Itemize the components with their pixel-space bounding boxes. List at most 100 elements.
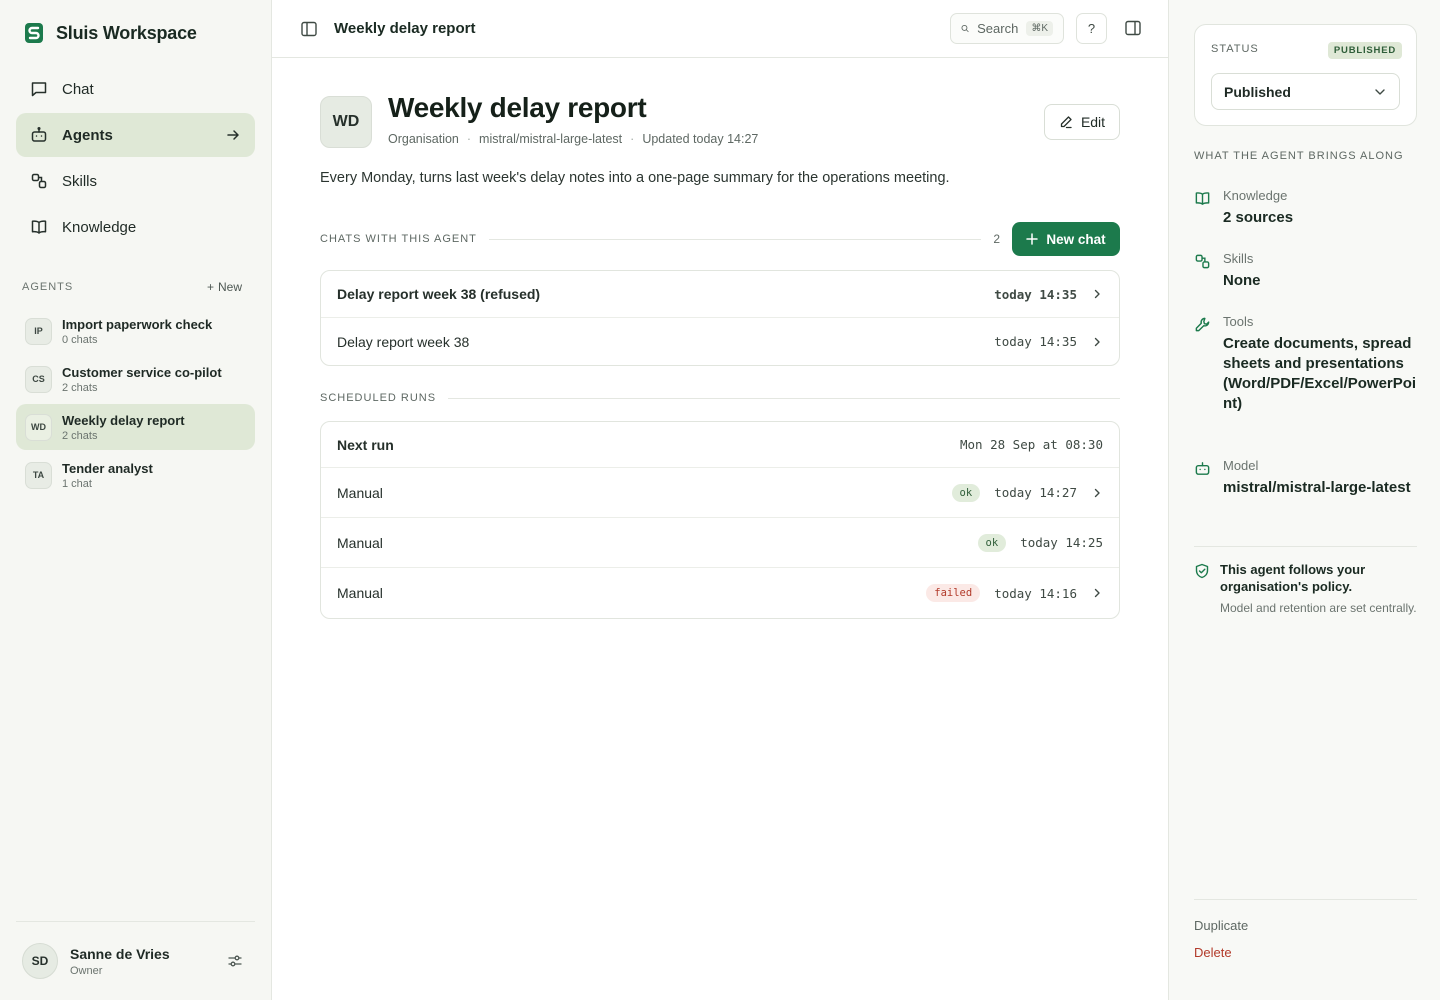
chevron-down-icon [1375,88,1385,95]
divider [448,397,1120,399]
divider [488,238,982,240]
runs-section-header: SCHEDULED RUNS [320,392,1120,404]
agent-name: Customer service co-pilot [62,364,222,380]
new-chat-button[interactable]: New chat [1012,222,1120,256]
workspace-name: Sluis Workspace [56,22,197,43]
agent-scope: Organisation [388,132,459,146]
search-label: Search [977,21,1019,36]
sidebar-toggle-icon[interactable] [300,20,318,38]
chats-count: 2 [993,232,1000,246]
workspace-brand[interactable]: Sluis Workspace [24,22,197,44]
agent-initials: IP [25,317,52,345]
plus-icon: + [206,280,214,294]
status-badge: ok [977,533,1007,552]
status-badge: failed [926,584,981,602]
book-icon [1195,192,1210,205]
prop-value: 2 sources [1223,209,1294,226]
robot-icon [31,126,47,142]
agent-updated: Updated today 14:27 [642,132,759,146]
nav-item-agents[interactable]: Agents [16,113,255,157]
agent-list-item[interactable]: IP Import paperwork check 0 chats [16,308,255,354]
run-row[interactable]: Manual ok today 14:27 [321,468,1119,518]
chats-section-header: CHATS WITH THIS AGENT 2 New chat [320,222,1120,256]
wrench-icon [1195,317,1210,332]
chat-icon [31,82,47,97]
edit-button[interactable]: Edit [1044,104,1120,140]
run-time: today 14:16 [994,585,1077,601]
status-card: STATUS PUBLISHED Published [1194,24,1417,126]
chat-row[interactable]: Delay report week 38 today 14:35 [321,318,1119,365]
chat-time: today 14:35 [994,286,1077,302]
prop-value: Create documents, spreadsheets and prese… [1223,335,1417,412]
nav-label: Skills [62,172,98,190]
duplicate-button[interactable]: Duplicate [1194,912,1417,939]
agent-description: Every Monday, turns last week's delay no… [320,170,950,186]
agent-initials: WD [25,413,52,441]
prop-model: Model mistral/mistral-large-latest [1194,458,1419,498]
agent-detail: WD Weekly delay report Organisation · mi… [272,58,1168,1000]
edit-label: Edit [1080,114,1106,130]
chevron-right-icon [1094,588,1100,598]
prop-tools: Tools Create documents, spreadsheets and… [1194,314,1419,414]
nav-item-chat[interactable]: Chat [16,67,255,111]
nav-label: Knowledge [62,218,137,236]
agents-section-label: AGENTS [22,281,74,293]
chats-section-label: CHATS WITH THIS AGENT [320,233,477,245]
next-run-title: Next run [337,436,394,453]
prop-label: Tools [1223,314,1254,329]
chat-title: Delay report week 38 (refused) [337,286,541,302]
new-agent-button[interactable]: + New [207,280,242,294]
status-badge: ok [951,483,981,502]
status-value: Published [1224,83,1291,100]
prop-label: Skills [1223,251,1254,266]
user-role: Owner [70,964,103,977]
chat-row[interactable]: Delay report week 38 (refused) today 14:… [321,271,1119,318]
run-time: today 14:25 [1020,535,1103,550]
status-label: STATUS [1211,43,1259,55]
run-title: Manual [337,534,383,551]
agent-chat-count: 2 chats [62,381,98,394]
prop-label: Knowledge [1223,188,1288,203]
nav-item-skills[interactable]: Skills [16,159,255,203]
runs-section-label: SCHEDULED RUNS [320,392,437,404]
policy-note: This agent follows your organisation's p… [1194,546,1417,617]
nav-item-knowledge[interactable]: Knowledge [16,205,255,249]
next-run-time: Mon 28 Sep at 08:30 [960,437,1103,452]
agent-chat-count: 0 chats [62,333,98,346]
chevron-right-icon [1094,289,1100,299]
chats-list: Delay report week 38 (refused) today 14:… [320,270,1120,366]
details-panel: STATUS PUBLISHED Published WHAT THE AGEN… [1168,0,1440,1000]
policy-title: This agent follows your organisation's p… [1220,562,1366,594]
agent-name: Weekly delay report [62,412,185,428]
robot-icon [1195,462,1210,475]
agent-initials: CS [25,365,52,393]
prop-skills: Skills None [1194,251,1419,291]
settings-sliders-icon[interactable] [227,953,243,969]
help-button[interactable]: ? [1076,13,1107,44]
agent-meta: Organisation · mistral/mistral-large-lat… [388,132,758,146]
panel-actions: Duplicate Delete [1194,899,1417,966]
agent-list-item[interactable]: TA Tender analyst 1 chat [16,452,255,498]
skills-icon [1195,254,1210,269]
new-chat-label: New chat [1046,231,1106,247]
nav-label: Agents [62,126,113,144]
separator-dot: · [466,132,472,146]
runs-list: Next run Mon 28 Sep at 08:30 Manual ok t… [320,421,1120,619]
run-row[interactable]: Manual failed today 14:16 [321,568,1119,618]
run-title: Manual [337,484,383,501]
agent-chat-count: 2 chats [62,429,98,442]
prop-value: None [1223,272,1261,289]
new-agent-label: New [217,280,242,294]
status-select[interactable]: Published [1211,73,1400,110]
agent-list-item[interactable]: CS Customer service co-pilot 2 chats [16,356,255,402]
nav-label: Chat [62,80,94,98]
top-bar: Weekly delay report Search ⌘K ? [272,0,1168,58]
run-title: Manual [337,585,383,601]
delete-button[interactable]: Delete [1194,939,1417,966]
search-button[interactable]: Search ⌘K [950,13,1064,44]
user-profile[interactable]: SD Sanne de Vries Owner [16,921,255,1000]
arrow-right-icon [227,130,239,140]
prop-label: Model [1223,458,1259,473]
agent-list-item[interactable]: WD Weekly delay report 2 chats [16,404,255,450]
panel-toggle-icon[interactable] [1124,19,1142,37]
